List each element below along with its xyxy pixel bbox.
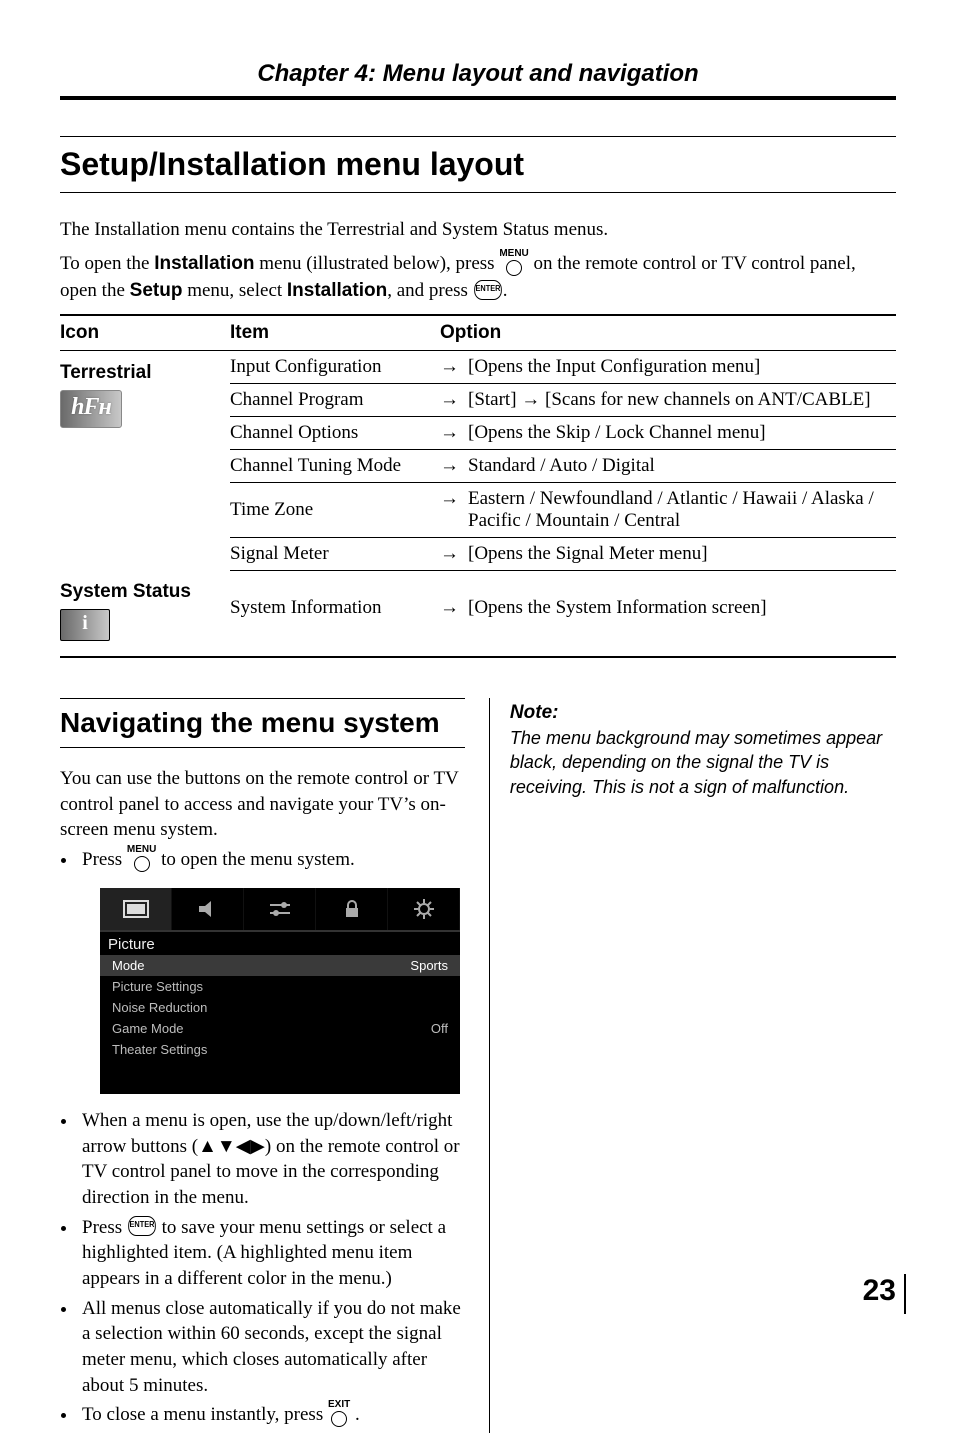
- menu-section-title: Picture: [100, 932, 460, 955]
- th-icon: Icon: [60, 315, 230, 351]
- text-bold: Setup: [130, 280, 183, 301]
- menu-row: Mode Sports: [100, 955, 460, 976]
- bullet-autoclose: All menus close automatically if you do …: [78, 1296, 465, 1399]
- icon-label: MENU: [499, 248, 528, 259]
- cell-arrow: →: [440, 570, 468, 646]
- tab-sliders-icon: [244, 888, 316, 930]
- chapter-rule: [60, 96, 896, 100]
- cell-arrow: →: [440, 449, 468, 482]
- tab-sound-icon: [172, 888, 244, 930]
- icon-label: EXIT: [328, 1399, 350, 1410]
- menu-row-value: Sports: [410, 958, 448, 973]
- text: menu, select: [182, 280, 286, 301]
- exit-button-icon: EXIT: [328, 1400, 350, 1427]
- page-number: 23: [863, 1274, 896, 1308]
- text: , and press: [387, 280, 472, 301]
- text: Press: [82, 1217, 127, 1238]
- cell-arrow: →: [440, 350, 468, 383]
- cell-item: Channel Tuning Mode: [230, 449, 440, 482]
- menu-button-icon: MENU: [499, 249, 528, 276]
- cell-option: [Opens the Signal Meter menu]: [468, 537, 896, 570]
- text: To close a menu instantly, press: [82, 1404, 328, 1425]
- cell-item: System Information: [230, 570, 440, 646]
- cell-option: Eastern / Newfoundland / Atlantic / Hawa…: [468, 482, 896, 537]
- tab-gear-icon: [388, 888, 460, 930]
- heading-navigating: Navigating the menu system: [60, 698, 465, 748]
- cell-option: [Opens the Skip / Lock Channel menu]: [468, 416, 896, 449]
- th-option: Option: [440, 315, 896, 351]
- terrestrial-icon: hϜн: [60, 390, 122, 428]
- text: When a menu is open, use the up/down/lef…: [82, 1110, 460, 1208]
- cell-item: Time Zone: [230, 482, 440, 537]
- icon-label: MENU: [127, 844, 156, 855]
- section-terrestrial-label: Terrestrial: [60, 356, 224, 384]
- cell-option: Standard / Auto / Digital: [468, 449, 896, 482]
- menu-tabs: [100, 888, 460, 932]
- intro-paragraph-1: The Installation menu contains the Terre…: [60, 217, 896, 243]
- menu-row-value: Off: [431, 1021, 448, 1036]
- page-number-rule: [904, 1274, 906, 1314]
- system-status-icon: [60, 609, 110, 641]
- cell-option: [Opens the System Information screen]: [468, 570, 896, 646]
- text: .: [503, 280, 508, 301]
- menu-row-label: Mode: [112, 958, 145, 973]
- install-menu-table: Icon Item Option Terrestrial hϜн Input C…: [60, 314, 896, 659]
- cell-option: [Opens the Input Configuration menu]: [468, 350, 896, 383]
- nav-intro: You can use the buttons on the remote co…: [60, 766, 465, 843]
- text: To open the: [60, 253, 154, 274]
- menu-row: Picture Settings: [100, 976, 460, 997]
- menu-row-label: Game Mode: [112, 1021, 184, 1036]
- cell-arrow: →: [440, 383, 468, 416]
- menu-row: Noise Reduction: [100, 997, 460, 1018]
- cell-item: Channel Program: [230, 383, 440, 416]
- menu-screenshot: Picture Mode Sports Picture Settings Noi…: [100, 888, 460, 1094]
- text-bold: Installation: [287, 280, 387, 301]
- menu-row-label: Noise Reduction: [112, 1000, 207, 1015]
- bullet-open-menu: Press MENU to open the menu system.: [78, 847, 465, 874]
- text: menu (illustrated below), press: [254, 253, 499, 274]
- cell-arrow: →: [440, 537, 468, 570]
- menu-row: Game Mode Off: [100, 1018, 460, 1039]
- cell-option: [Start] → [Scans for new channels on ANT…: [468, 383, 896, 416]
- cell-arrow: →: [440, 416, 468, 449]
- intro-paragraph-2: To open the Installation menu (illustrat…: [60, 251, 896, 304]
- note-heading: Note:: [510, 702, 896, 724]
- bullet-exit: To close a menu instantly, press EXIT .: [78, 1402, 465, 1429]
- text-bold: Installation: [154, 253, 254, 274]
- enter-button-icon: ENTER: [128, 1216, 156, 1236]
- menu-button-icon: MENU: [127, 845, 156, 872]
- cell-arrow: →: [440, 482, 468, 537]
- bullet-arrows: When a menu is open, use the up/down/lef…: [78, 1108, 465, 1211]
- bullet-enter: Press ENTER to save your menu settings o…: [78, 1215, 465, 1292]
- text: to open the menu system.: [161, 849, 355, 870]
- section-system-status-label: System Status: [60, 575, 224, 603]
- heading-setup-install: Setup/Installation menu layout: [60, 136, 896, 193]
- menu-row-label: Theater Settings: [112, 1042, 207, 1057]
- note-body: The menu background may sometimes appear…: [510, 726, 896, 799]
- cell-item: Channel Options: [230, 416, 440, 449]
- tab-lock-icon: [316, 888, 388, 930]
- enter-button-icon: ENTER: [474, 280, 502, 300]
- text: .: [355, 1404, 360, 1425]
- tab-picture-icon: [100, 888, 172, 930]
- text: Press: [82, 849, 127, 870]
- chapter-title: Chapter 4: Menu layout and navigation: [60, 60, 896, 88]
- cell-item: Input Configuration: [230, 350, 440, 383]
- menu-row: Theater Settings: [100, 1039, 460, 1060]
- th-item: Item: [230, 315, 440, 351]
- cell-item: Signal Meter: [230, 537, 440, 570]
- menu-row-label: Picture Settings: [112, 979, 203, 994]
